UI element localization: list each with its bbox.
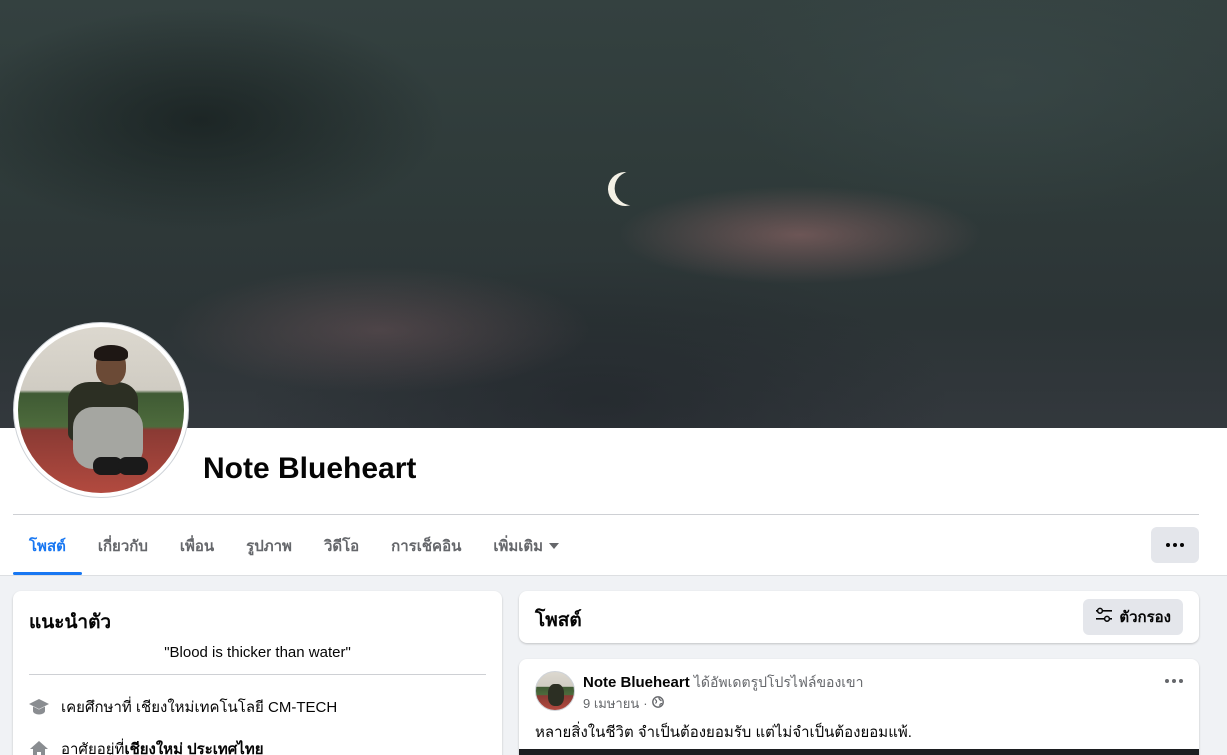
more-dots-icon [1165, 679, 1169, 683]
post-more-button[interactable] [1165, 679, 1183, 683]
tab-posts[interactable]: โพสต์ [13, 517, 82, 575]
profile-name: Note Blueheart [203, 452, 417, 485]
education-row: เคยศึกษาที่ เชียงใหม่เทคโนโลยี CM-TECH [27, 695, 337, 719]
caret-down-icon [549, 543, 560, 549]
posts-header-card: โพสต์ ตัวกรอง [519, 591, 1199, 643]
post-card: Note Blueheart ได้อัพเดตรูปโปรไฟล์ของเขา… [519, 659, 1199, 755]
home-icon [27, 739, 51, 755]
post-action-text: ได้อัพเดตรูปโปรไฟล์ของเขา [693, 674, 864, 690]
moon-graphic [603, 167, 647, 211]
education-text: เคยศึกษาที่ เชียงใหม่เทคโนโลยี CM-TECH [61, 699, 338, 716]
lives-row: อาศัยอยู่ที่ เชียงใหม่ ประเทศไทย [27, 737, 264, 755]
profile-more-button[interactable] [1151, 527, 1199, 563]
tab-friends[interactable]: เพื่อน [164, 517, 230, 575]
tab-videos[interactable]: วิดีโอ [308, 517, 375, 575]
post-author-avatar[interactable] [535, 671, 575, 711]
tab-about[interactable]: เกี่ยวกับ [82, 517, 164, 575]
post-image[interactable] [519, 749, 1199, 755]
filter-button[interactable]: ตัวกรอง [1083, 599, 1183, 635]
avatar-photo [18, 327, 184, 493]
posts-title: โพสต์ [535, 610, 582, 631]
intro-bio: "Blood is thicker than water" [164, 644, 351, 661]
post-meta: 9 เมษายน · [583, 693, 664, 714]
cover-photo[interactable] [0, 0, 1227, 428]
intro-card: แนะนำตัว "Blood is thicker than water" เ… [13, 591, 502, 755]
post-author-link[interactable]: Note Blueheart [583, 674, 690, 691]
meta-separator: · [643, 696, 648, 711]
filter-label: ตัวกรอง [1119, 609, 1171, 626]
header-divider [13, 514, 1199, 515]
graduation-cap-icon [27, 697, 51, 717]
lives-prefix: อาศัยอยู่ที่ [61, 741, 125, 755]
tab-checkins[interactable]: การเช็คอิน [375, 517, 477, 575]
profile-tabs: โพสต์ เกี่ยวกับ เพื่อน รูปภาพ วิดีโอ การ… [13, 517, 575, 575]
tab-more[interactable]: เพิ่มเติม [477, 517, 575, 575]
profile-avatar[interactable] [13, 322, 189, 498]
more-dots-icon [1166, 543, 1170, 547]
tab-photos[interactable]: รูปภาพ [230, 517, 308, 575]
post-text: หลายสิ่งในชีวิต จำเป็นต้องยอมรับ แต่ไม่จ… [535, 724, 912, 741]
intro-divider [29, 674, 486, 675]
lives-place-link[interactable]: เชียงใหม่ ประเทศไทย [124, 737, 263, 755]
globe-icon [651, 696, 664, 711]
filter-sliders-icon [1095, 607, 1113, 627]
post-header: Note Blueheart ได้อัพเดตรูปโปรไฟล์ของเขา [583, 672, 864, 694]
post-date-link[interactable]: 9 เมษายน [583, 693, 639, 714]
intro-title: แนะนำตัว [29, 612, 112, 633]
